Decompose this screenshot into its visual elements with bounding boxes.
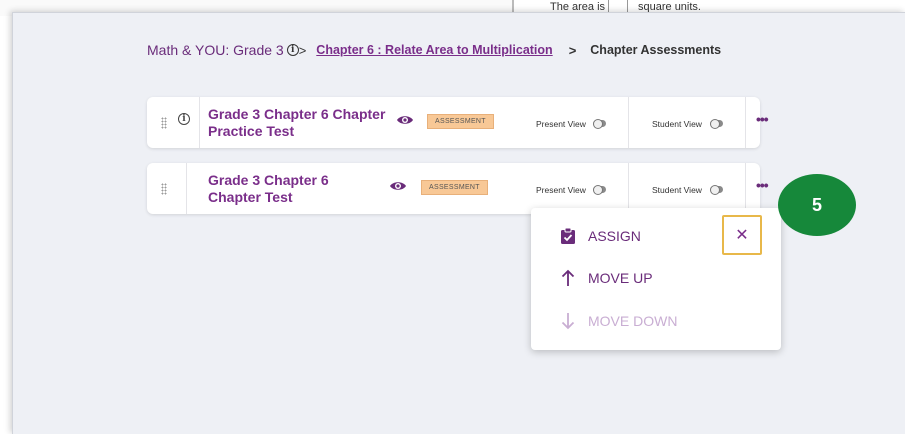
row-options-menu: ASSIGN MOVE UP MOVE DOWN ✕ [531,208,781,350]
student-view-label: Student View [652,119,702,129]
arrow-up-icon [561,269,575,286]
divider [628,97,629,148]
assessment-row[interactable]: Grade 3 Chapter 6 Chapter Test ASSESSMEN… [147,163,769,214]
assessment-badge: ASSESSMENT [427,114,494,129]
breadcrumb: Math & YOU: Grade 3 i > Chapter 6 : Rela… [147,40,721,60]
divider [186,163,187,214]
info-icon[interactable]: i [286,44,299,56]
breadcrumb-root[interactable]: Math & YOU: Grade 3 [147,42,284,58]
student-view-toggle[interactable] [710,119,723,129]
assessment-row[interactable]: i Grade 3 Chapter 6 Chapter Practice Tes… [147,97,769,148]
breadcrumb-separator: > [298,42,307,58]
info-icon[interactable]: i [178,113,190,125]
close-icon: ✕ [735,225,749,244]
menu-item-label: MOVE DOWN [588,313,678,329]
assessment-badge: ASSESSMENT [421,180,488,195]
divider [199,97,200,148]
assessment-title[interactable]: Grade 3 Chapter 6 Chapter Practice Test [208,106,388,140]
divider [745,163,746,214]
divider [745,97,746,148]
present-view-label: Present View [536,185,586,195]
more-options-icon[interactable]: ••• [756,177,769,193]
menu-item-label: ASSIGN [588,228,641,244]
present-view-label: Present View [536,119,586,129]
drag-handle-icon[interactable] [161,117,167,129]
menu-item-move-up[interactable]: MOVE UP [531,263,781,293]
more-options-icon[interactable]: ••• [756,111,769,127]
menu-item-move-down[interactable]: MOVE DOWN [531,306,781,336]
drag-handle-icon[interactable] [161,183,167,195]
student-view-toggle[interactable] [710,185,723,195]
eye-icon[interactable] [389,180,407,192]
close-menu-button[interactable]: ✕ [722,215,762,255]
breadcrumb-chapter-link[interactable]: Chapter 6 : Relate Area to Multiplicatio… [316,43,552,57]
present-view-toggle[interactable] [593,119,606,129]
breadcrumb-separator: > [568,42,577,58]
eye-icon[interactable] [396,114,414,126]
assessment-title[interactable]: Grade 3 Chapter 6 Chapter Test [208,172,348,206]
step-number-badge: 5 [778,174,856,236]
breadcrumb-current: Chapter Assessments [590,43,722,57]
arrow-down-icon [561,313,575,330]
assignment-check-icon [561,227,575,244]
present-view-toggle[interactable] [593,185,606,195]
student-view-label: Student View [652,185,702,195]
menu-item-label: MOVE UP [588,270,653,286]
divider [628,163,629,214]
